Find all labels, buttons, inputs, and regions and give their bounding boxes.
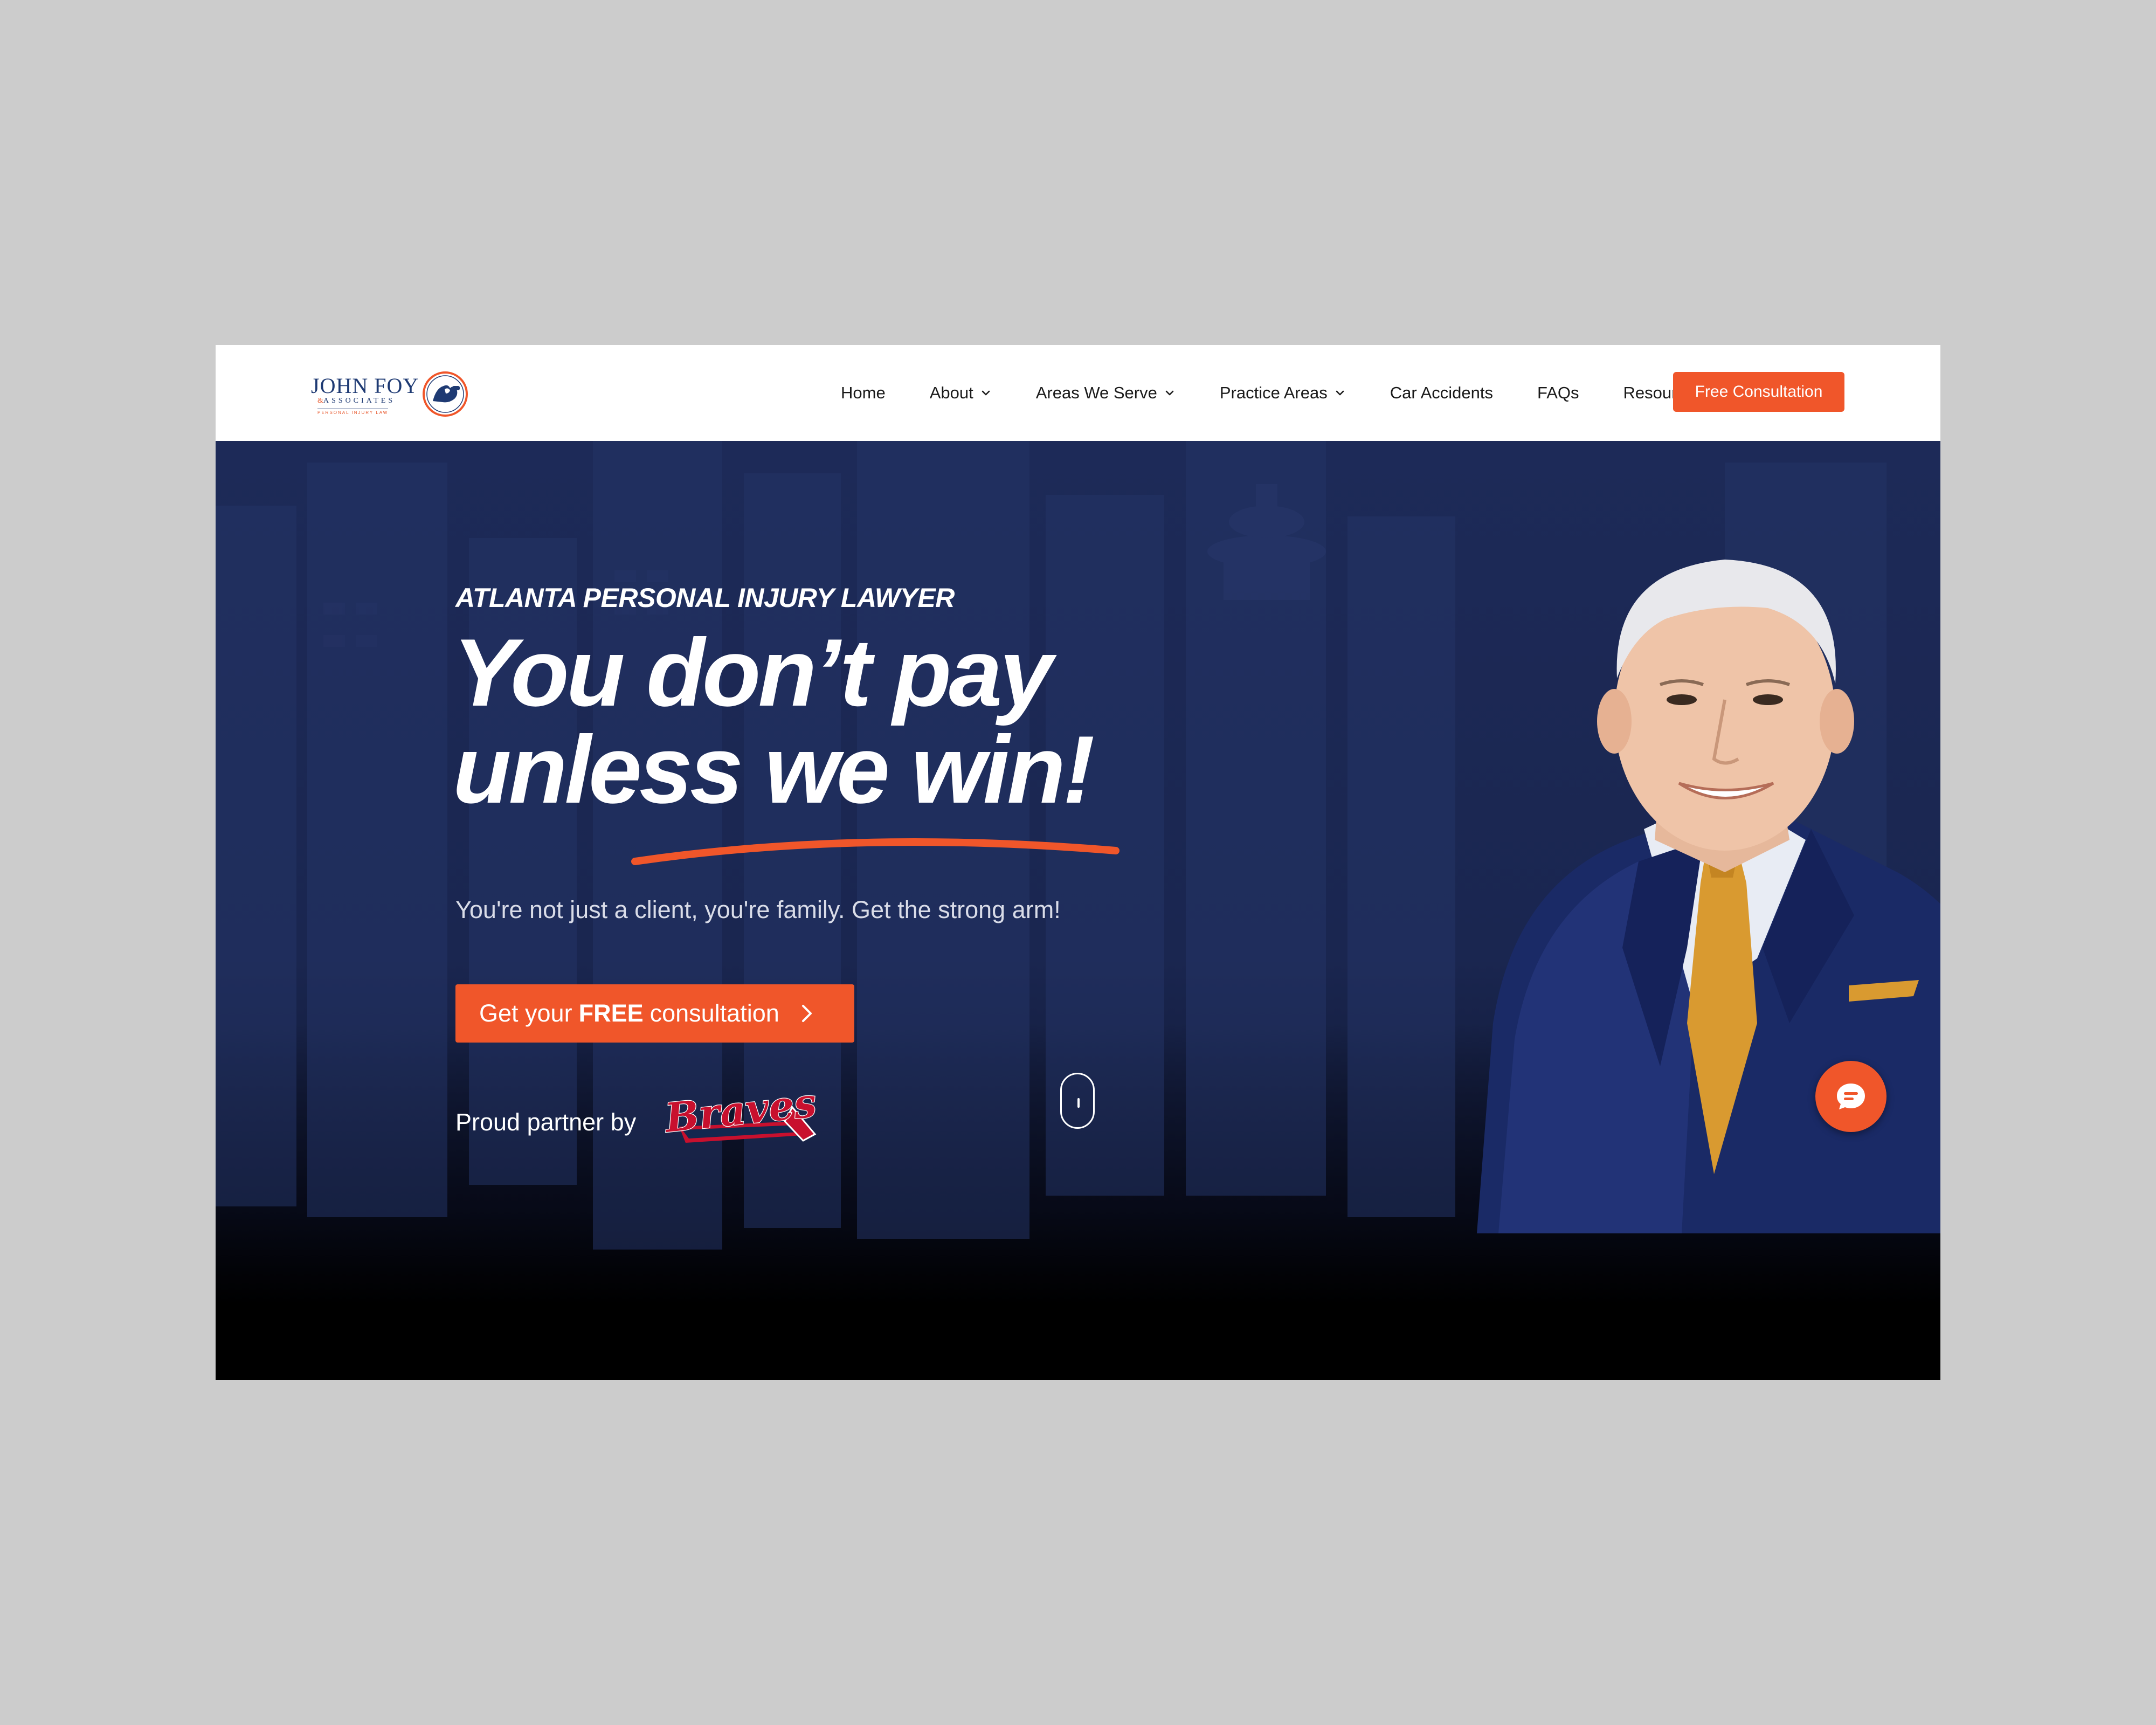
partner-row: Proud partner by Braves	[455, 1091, 819, 1154]
nav-item-areas-we-serve[interactable]: Areas We Serve	[1036, 383, 1176, 403]
logo-tagline: PERSONAL INJURY LAW	[317, 409, 389, 415]
get-free-consultation-button[interactable]: Get your FREE consultation	[455, 984, 854, 1043]
chevron-down-icon	[1165, 390, 1174, 396]
headline-line-1: You don’t pay	[453, 619, 1053, 726]
scroll-down-indicator[interactable]	[1060, 1073, 1095, 1129]
nav-item-about[interactable]: About	[930, 383, 992, 403]
scroll-mouse-icon	[1077, 1098, 1080, 1108]
chevron-right-icon	[801, 1005, 812, 1022]
headline-underline-swoosh	[631, 838, 1120, 865]
main-menu: Home About Areas We Serve Practice Areas…	[841, 345, 1703, 441]
hero-eyebrow: ATLANTA PERSONAL INJURY LAWYER	[455, 583, 955, 613]
chevron-down-icon	[1336, 390, 1344, 396]
braves-logo[interactable]: Braves	[658, 1091, 819, 1154]
hero-section: ATLANTA PERSONAL INJURY LAWYER You don’t…	[216, 441, 1940, 1380]
headline-line-2: unless we win!	[453, 716, 1095, 823]
cta-prefix: Get your	[479, 999, 572, 1027]
cta-suffix: consultation	[649, 999, 779, 1027]
nav-item-car-accidents[interactable]: Car Accidents	[1390, 383, 1493, 403]
logo-associates: &ASSOCIATES	[317, 397, 396, 405]
chat-widget-button[interactable]	[1815, 1061, 1887, 1132]
strong-arm-emblem-icon	[423, 371, 468, 417]
free-consultation-button[interactable]: Free Consultation	[1673, 372, 1844, 412]
partner-label: Proud partner by	[455, 1108, 637, 1136]
nav-item-practice-areas[interactable]: Practice Areas	[1220, 383, 1346, 403]
chat-bubble-icon	[1837, 1084, 1865, 1109]
logo-name: JOHN FOY	[311, 374, 419, 398]
site-header: JOHN FOY &ASSOCIATES PERSONAL INJURY LAW…	[216, 345, 1940, 441]
nav-item-home[interactable]: Home	[841, 383, 886, 403]
chevron-down-icon	[982, 390, 990, 396]
hero-subhead: You're not just a client, you're family.…	[455, 896, 1061, 923]
nav-item-faqs[interactable]: FAQs	[1537, 383, 1579, 403]
browser-viewport: JOHN FOY &ASSOCIATES PERSONAL INJURY LAW…	[216, 345, 1940, 1380]
cta-bold: FREE	[578, 999, 644, 1027]
site-logo[interactable]: JOHN FOY &ASSOCIATES PERSONAL INJURY LAW	[310, 365, 472, 419]
hero-headline: You don’t pay unless we win!	[453, 619, 1095, 823]
